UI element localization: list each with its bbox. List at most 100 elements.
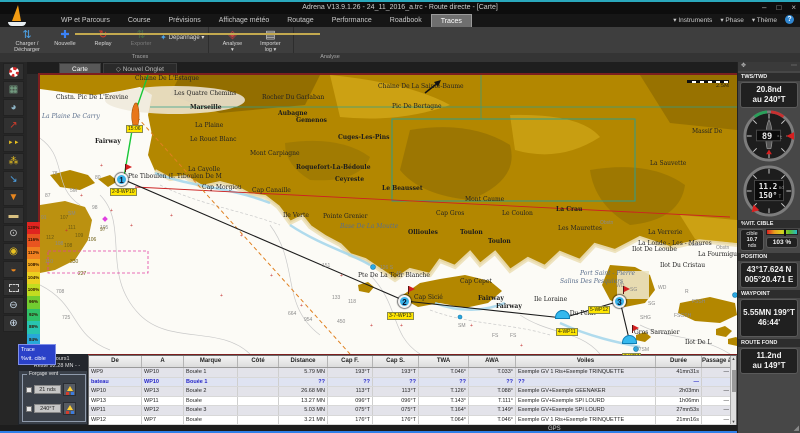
ribbon-tab-wp-et-parcours[interactable]: WP et Parcours [52, 14, 119, 27]
route-arrow-icon[interactable]: ↘ [3, 171, 24, 188]
buoy-marker[interactable] [555, 310, 570, 319]
table-row[interactable]: WP10WP13Bouée 226.68 MN113°T113°TT.126°T… [89, 387, 736, 397]
table-scrollbar[interactable]: ▲ ▼ [730, 356, 736, 424]
cell-dur-e: 41mn31s [656, 368, 702, 377]
table-row[interactable]: WP13WP11Bouée13.27 MN096°T096°TT.143°T.1… [89, 397, 736, 407]
map-label: Mont Caume [465, 197, 504, 203]
view-control-thème[interactable]: ▾ Thème [752, 16, 777, 24]
buoys-route-icon[interactable]: ⁂ [3, 153, 24, 170]
minimize-button[interactable]: – [762, 3, 766, 12]
help-icon[interactable]: ? [785, 15, 794, 24]
view-control-instruments[interactable]: ▾ Instruments [673, 16, 712, 24]
cell-awa: T.046° [469, 416, 516, 425]
table-row[interactable]: bateauWP10Bouée 1????????????— [89, 378, 736, 388]
column-header-twa[interactable]: TWA [419, 356, 469, 367]
nouvelle-button[interactable]: ✚Nouvelle [46, 28, 84, 47]
ribbon-group-label-traces: Traces [110, 54, 170, 60]
circle-buoys-icon[interactable]: ◉ [3, 243, 24, 260]
waypoint-arrow-icon[interactable]: ↗ [3, 117, 24, 134]
column-header-c-t-[interactable]: Côté [238, 356, 279, 367]
map-label: 126 S [380, 265, 393, 271]
d-pannage--button[interactable]: ✦Dépannage ▾ [160, 28, 204, 44]
column-header-de[interactable]: De [89, 356, 142, 367]
panel-move-icon[interactable]: ✥ [741, 62, 746, 71]
map-label: WD [658, 285, 666, 291]
map-label: La Fourmigue [698, 252, 741, 258]
resize-grip[interactable]: ◢ [794, 424, 799, 432]
column-header-voiles[interactable]: Voiles [516, 356, 656, 367]
column-header-marque[interactable]: Marque [184, 356, 238, 367]
cell-c-t- [238, 416, 279, 425]
column-header-a[interactable]: A [142, 356, 184, 367]
map-label: 49 [396, 271, 402, 277]
circle-cone-icon[interactable]: ◒ [3, 261, 24, 278]
ribbon-tab-affichage-m-t-o[interactable]: Affichage météo [210, 14, 278, 27]
ribbon-tab-routage[interactable]: Routage [278, 14, 322, 27]
circle-pencil-icon[interactable]: ⊙ [3, 225, 24, 242]
ribbon-tab-course[interactable]: Course [119, 14, 160, 27]
map-scale-bar: 2.5M [687, 80, 729, 89]
table-row[interactable]: WP12WP7Bouée3.21 MN176°T176°TT.064°T.046… [89, 416, 736, 426]
map-label: 112 [46, 235, 54, 241]
waypoint-marker-3[interactable]: 3 [613, 295, 626, 308]
chart-icon[interactable]: ▦ [3, 81, 24, 98]
ribbon-tab-traces[interactable]: Traces [431, 14, 472, 27]
wind-speed-checkbox[interactable] [26, 387, 32, 393]
scale-chip-108: 108% [27, 259, 40, 271]
close-button[interactable]: × [791, 3, 796, 12]
replay-button[interactable]: ↻Replay [84, 28, 122, 47]
panel-menu-icon[interactable]: ⋯ [791, 62, 797, 71]
cone-route-icon[interactable]: ▼ [3, 189, 24, 206]
map-label: Rocher Du Garlaban [262, 95, 324, 101]
map-label: Obstn [688, 242, 701, 248]
map-label: Obstn [716, 245, 729, 251]
cell-dur-e: 21mn16s [656, 416, 702, 425]
select-area-icon[interactable] [3, 279, 24, 296]
column-header-awa[interactable]: AWA [469, 356, 516, 367]
wind-speed-button[interactable] [63, 383, 76, 396]
cell-cap-f-: 075°T [328, 406, 373, 415]
cell-awa: T.111° [469, 397, 516, 406]
column-header-cap-f-[interactable]: Cap F. [328, 356, 373, 367]
exporter-button[interactable]: ⇅Exporter [122, 28, 160, 47]
map-label: La Crau [556, 207, 582, 213]
svg-text:11.2: 11.2 [759, 182, 778, 191]
view-controls: ▾ Instruments ▾ Phase ▾ Thème? [673, 15, 794, 24]
waypoint-tag: 5-WP12 [588, 306, 610, 314]
cell-marque: Bouée 1 [184, 368, 238, 377]
ribbon-tab-pr-visions[interactable]: Prévisions [159, 14, 209, 27]
table-row[interactable]: WP11WP12Bouée 35.03 MN075°T075°TT.164°T.… [89, 406, 736, 416]
buoy-marker[interactable] [622, 335, 637, 344]
boat-polar-icon[interactable]: ◕ [3, 99, 24, 116]
column-header-distance[interactable]: Distance [279, 356, 328, 367]
chart-map[interactable]: +++ +++ +++ +++ +++ [38, 73, 739, 356]
zoom-out-icon[interactable]: ⊖ [3, 297, 24, 314]
cell-marque: Bouée [184, 416, 238, 425]
buoys-icon[interactable]: ‣‣ [3, 135, 24, 152]
ribbon-tab-roadbook[interactable]: Roadbook [381, 14, 431, 27]
zoom-in-icon[interactable]: ⊕ [3, 315, 24, 332]
cell-marque: Bouée [184, 397, 238, 406]
maximize-button[interactable]: □ [776, 3, 781, 12]
man-overboard-icon[interactable] [3, 63, 24, 80]
waypoint-marker-1[interactable]: 1 [115, 173, 128, 186]
column-header-dur-e[interactable]: Durée [656, 356, 702, 367]
app-logo-icon[interactable] [2, 2, 36, 42]
map-label: La Plaine [195, 123, 223, 129]
column-header-cap-s-[interactable]: Cap S. [373, 356, 419, 367]
column-header-passage-[interactable]: Passage à [702, 356, 732, 367]
scale-chip-104: 104% [27, 272, 40, 284]
analyse--button[interactable]: ◈Analyse▾ [213, 28, 251, 53]
wind-dir-checkbox[interactable] [26, 406, 32, 412]
table-row[interactable]: WP9WP10Bouée 15.79 MN193°T193°TT.046°T.0… [89, 368, 736, 378]
ribbon-tab-performance[interactable]: Performance [323, 14, 381, 27]
waypoint-marker-2[interactable]: 2 [398, 295, 411, 308]
wind-speed-field[interactable]: 21 nds [34, 385, 61, 394]
wind-dir-button[interactable] [63, 402, 76, 415]
importerlog--button[interactable]: ▤Importerlog ▾ [251, 28, 289, 53]
eraser-icon[interactable]: ▬ [3, 207, 24, 224]
tws-twd-label: TWS/TWD [738, 73, 800, 81]
view-control-phase[interactable]: ▾ Phase [720, 16, 744, 24]
map-label: FS [510, 333, 516, 339]
wind-dir-field[interactable]: 240°T [34, 404, 61, 413]
